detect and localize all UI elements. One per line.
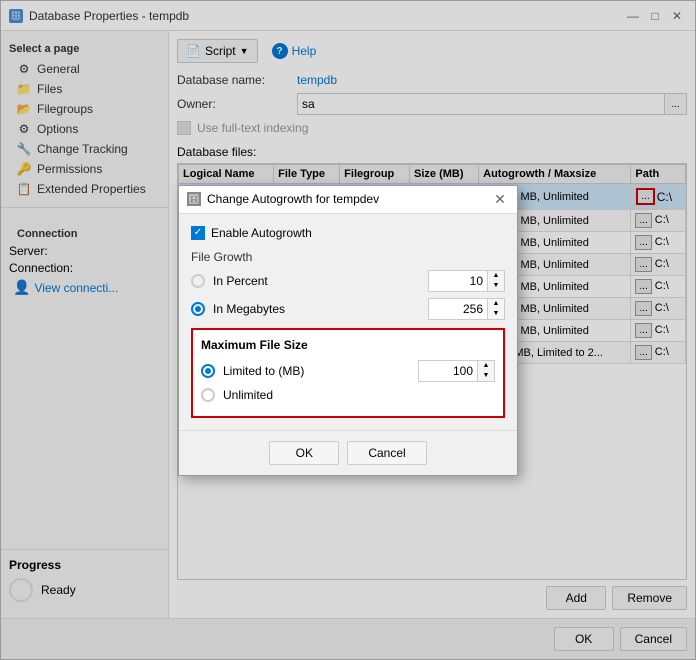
- autogrowth-dialog: 🗄 Change Autogrowth for tempdev ✕ ✓ Enab…: [178, 185, 518, 476]
- modal-overlay: 🗄 Change Autogrowth for tempdev ✕ ✓ Enab…: [1, 1, 695, 659]
- max-file-size-title: Maximum File Size: [201, 338, 495, 352]
- in-percent-row: In Percent ▲ ▼: [191, 270, 505, 292]
- in-megabytes-down[interactable]: ▼: [488, 309, 504, 319]
- modal-title-icon: 🗄: [187, 192, 201, 206]
- in-megabytes-input-group: ▲ ▼: [428, 298, 505, 320]
- in-percent-up[interactable]: ▲: [488, 271, 504, 281]
- modal-body: ✓ Enable Autogrowth File Growth In Perce…: [179, 214, 517, 430]
- in-percent-label: In Percent: [213, 274, 420, 288]
- limited-to-input[interactable]: [418, 360, 478, 382]
- limited-to-down[interactable]: ▼: [478, 371, 494, 381]
- modal-title-text: Change Autogrowth for tempdev: [207, 192, 379, 206]
- limited-to-radio[interactable]: [201, 364, 215, 378]
- enable-autogrowth-row: ✓ Enable Autogrowth: [191, 226, 505, 240]
- modal-cancel-button[interactable]: Cancel: [347, 441, 426, 465]
- modal-close-button[interactable]: ✕: [491, 190, 509, 208]
- enable-autogrowth-checkbox[interactable]: ✓: [191, 226, 205, 240]
- in-percent-input-group: ▲ ▼: [428, 270, 505, 292]
- enable-autogrowth-label: Enable Autogrowth: [211, 226, 312, 240]
- unlimited-radio[interactable]: [201, 388, 215, 402]
- modal-ok-button[interactable]: OK: [269, 441, 339, 465]
- limited-to-input-group: ▲ ▼: [418, 360, 495, 382]
- unlimited-row: Unlimited: [201, 388, 495, 402]
- max-file-size-section: Maximum File Size Limited to (MB) ▲ ▼: [191, 328, 505, 418]
- file-growth-title: File Growth: [191, 250, 505, 264]
- in-megabytes-row: In Megabytes ▲ ▼: [191, 298, 505, 320]
- in-megabytes-label: In Megabytes: [213, 302, 420, 316]
- in-percent-radio[interactable]: [191, 274, 205, 288]
- in-megabytes-radio[interactable]: [191, 302, 205, 316]
- in-megabytes-input[interactable]: [428, 298, 488, 320]
- in-percent-input[interactable]: [428, 270, 488, 292]
- file-growth-section: File Growth In Percent ▲ ▼: [191, 250, 505, 320]
- modal-footer: OK Cancel: [179, 430, 517, 475]
- modal-title-bar: 🗄 Change Autogrowth for tempdev ✕: [179, 186, 517, 214]
- limited-to-row: Limited to (MB) ▲ ▼: [201, 360, 495, 382]
- in-megabytes-up[interactable]: ▲: [488, 299, 504, 309]
- limited-to-label: Limited to (MB): [223, 364, 410, 378]
- limited-to-up[interactable]: ▲: [478, 361, 494, 371]
- unlimited-label: Unlimited: [223, 388, 495, 402]
- in-percent-down[interactable]: ▼: [488, 281, 504, 291]
